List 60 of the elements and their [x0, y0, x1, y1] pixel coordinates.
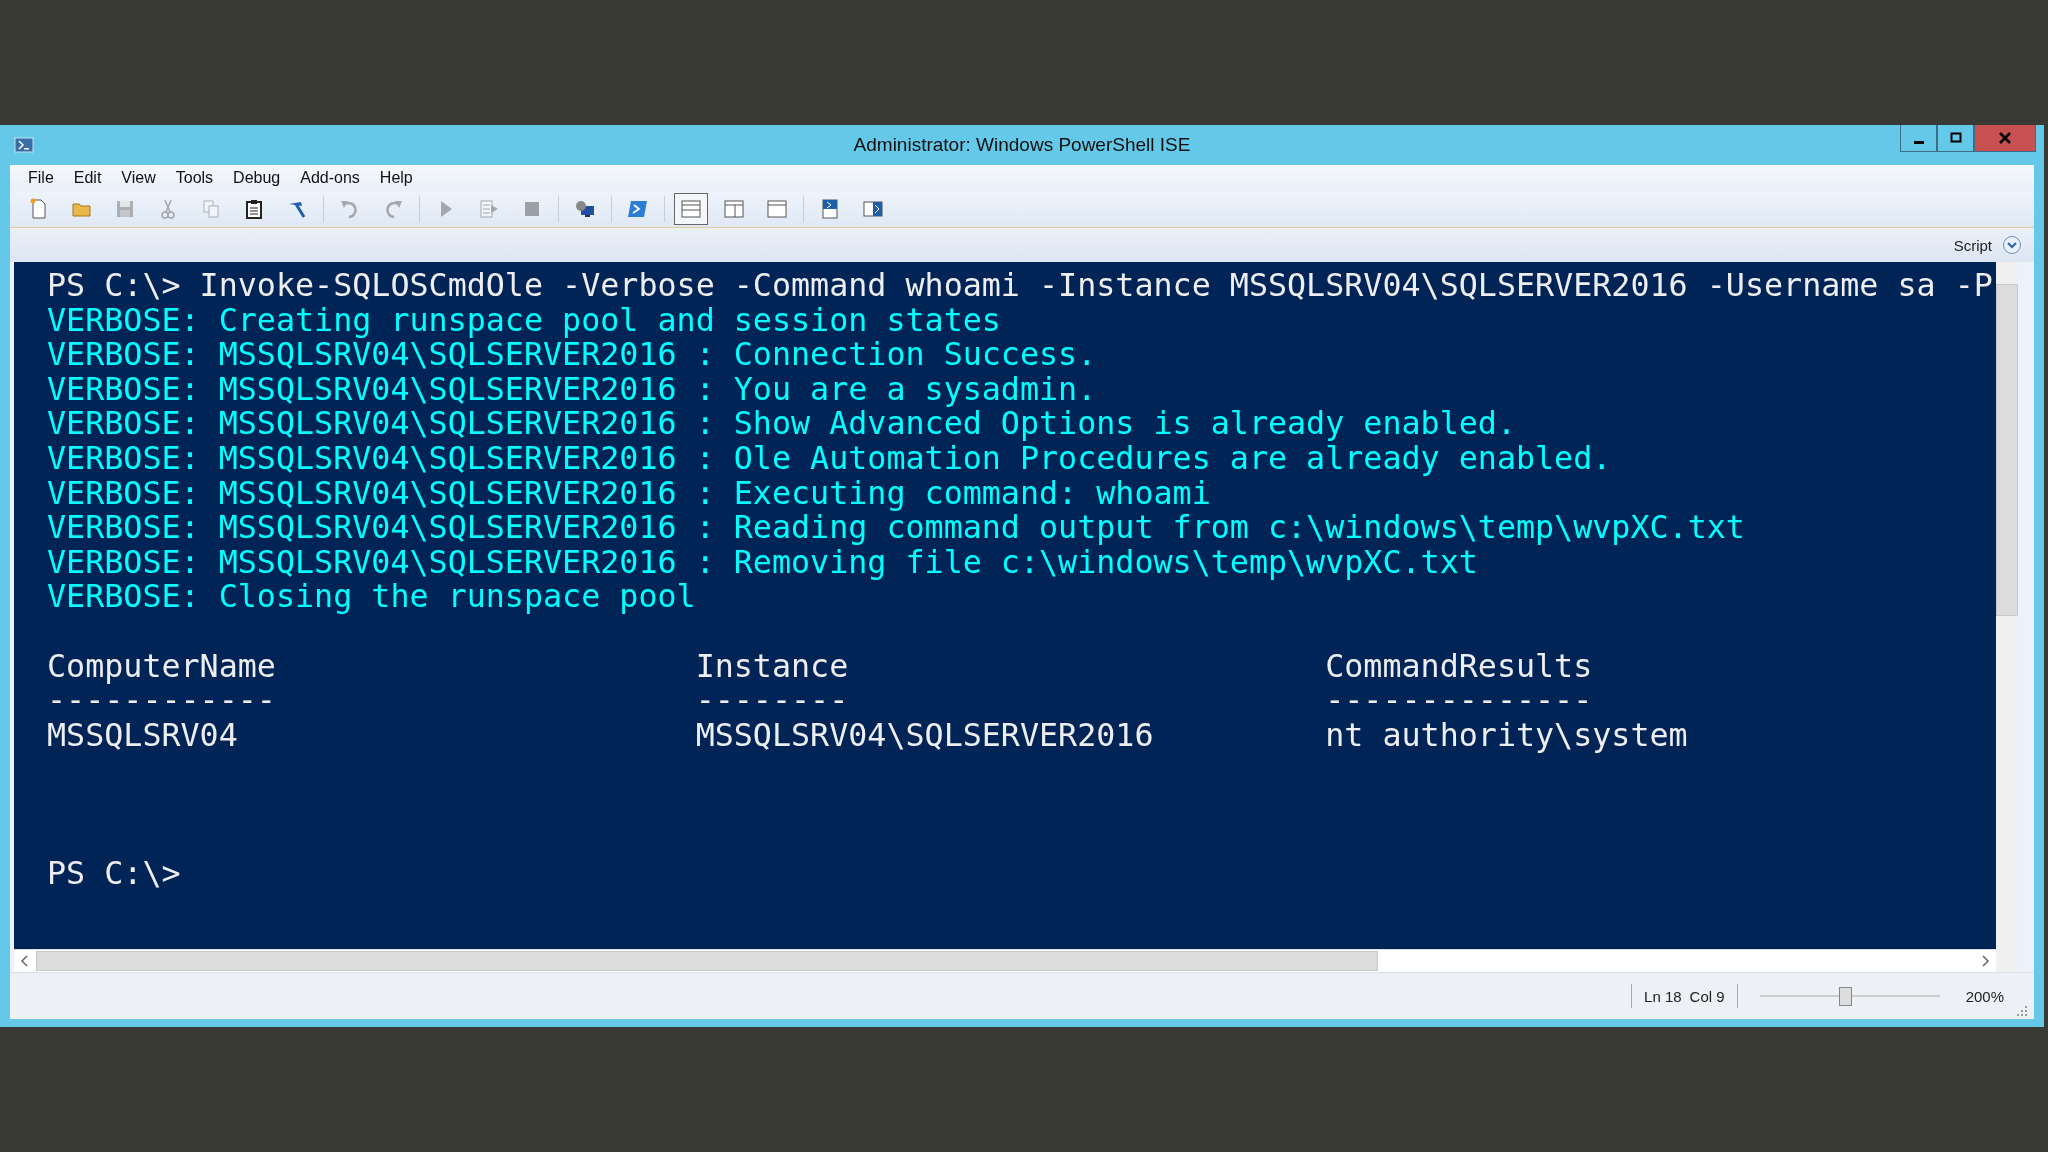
window-title: Administrator: Windows PowerShell ISE — [853, 134, 1191, 156]
column-number: Col 9 — [1689, 987, 1725, 1005]
table-cell: MSSQLSRV04\SQLSERVER2016 — [695, 717, 1154, 753]
powershell-icon — [627, 198, 649, 220]
horizontal-scrollbar[interactable] — [14, 949, 1996, 972]
save-icon — [114, 198, 136, 220]
computer-icon — [574, 198, 596, 220]
verbose-message: VERBOSE: MSSQLSRV04\SQLSERVER2016 : Executing command: whoami — [47, 475, 1212, 511]
zoom-level: 200% — [1965, 987, 2004, 1005]
slider-thumb[interactable] — [1839, 987, 1853, 1006]
menu-item[interactable]: Tools — [165, 169, 224, 187]
pane-layout-icon — [766, 198, 788, 220]
column-header: Instance — [695, 648, 849, 684]
verbose-message: VERBOSE: MSSQLSRV04\SQLSERVER2016 : Connection Success. — [47, 337, 1098, 372]
expand-icon[interactable] — [2002, 235, 2022, 255]
header-rule: ------------ — [47, 683, 276, 718]
close-icon — [1998, 131, 2012, 145]
show-pane-icon — [819, 198, 841, 220]
line-number: Ln 18 — [1644, 987, 1682, 1005]
table-cell: MSSQLSRV04 — [47, 717, 238, 753]
column-header: CommandResults — [1325, 648, 1593, 684]
verbose-message: VERBOSE: MSSQLSRV04\SQLSERVER2016 : You are a sysadmin. — [47, 371, 1098, 407]
header-rule: -------- — [695, 683, 849, 718]
menu-item[interactable]: Edit — [63, 169, 112, 187]
script-toggle-label[interactable]: Script — [1953, 236, 1992, 254]
scroll-left-icon[interactable] — [20, 955, 30, 967]
zoom-slider[interactable] — [1759, 986, 1940, 1006]
powershell-icon — [14, 137, 34, 153]
show-pane-icon — [862, 198, 884, 220]
minimize-button[interactable] — [1900, 125, 1937, 152]
command-line: PS C:\> Invoke-SQLOSCmdOle -Verbose -Command whoami -Instance MSSQLSRV04\SQLSERVER2016 -Username sa -P — [47, 268, 1994, 303]
column-header: ComputerName — [47, 648, 276, 684]
table-cell: nt authority\system — [1325, 717, 1688, 753]
verbose-message: VERBOSE: MSSQLSRV04\SQLSERVER2016 : Removing file c:\windows\temp\wvpXC.txt — [47, 544, 1478, 580]
maximize-icon — [1948, 131, 1963, 145]
menu-item[interactable]: Help — [369, 169, 423, 187]
command-prompt: PS C:\> — [47, 856, 182, 891]
close-button[interactable] — [1974, 125, 2036, 152]
verbose-message: VERBOSE: MSSQLSRV04\SQLSERVER2016 : Ole Automation Procedures are already enabled. — [47, 440, 1613, 476]
resize-grip-icon[interactable] — [2016, 1005, 2028, 1017]
menu-item[interactable]: View — [111, 169, 166, 187]
run-selection-icon — [478, 198, 500, 220]
verbose-message: VERBOSE: Closing the runspace pool — [47, 579, 697, 614]
layout-button[interactable] — [674, 193, 708, 225]
minimize-icon — [1913, 140, 1924, 144]
scroll-right-icon[interactable] — [1980, 955, 1990, 967]
menu-item[interactable]: Debug — [223, 169, 291, 187]
maximize-button[interactable] — [1937, 125, 1974, 152]
menu-item[interactable]: Add-ons — [290, 169, 370, 187]
clipboard-icon — [243, 198, 265, 220]
verbose-message: VERBOSE: MSSQLSRV04\SQLSERVER2016 : Show Advanced Options is already enabled. — [47, 406, 1517, 441]
menu-item[interactable]: File — [18, 169, 64, 187]
console-pane[interactable] — [14, 262, 1996, 949]
verbose-message: VERBOSE: Creating runspace pool and session states — [47, 302, 1002, 338]
verbose-message: VERBOSE: MSSQLSRV04\SQLSERVER2016 : Reading command output from c:\windows\temp\wvpXC.txt — [47, 510, 1746, 545]
vertical-scrollbar[interactable] — [1996, 262, 2018, 972]
pane-layout-icon — [680, 198, 702, 220]
copy-icon — [200, 198, 222, 220]
header-rule: -------------- — [1325, 683, 1593, 718]
pane-layout-icon — [723, 198, 745, 220]
